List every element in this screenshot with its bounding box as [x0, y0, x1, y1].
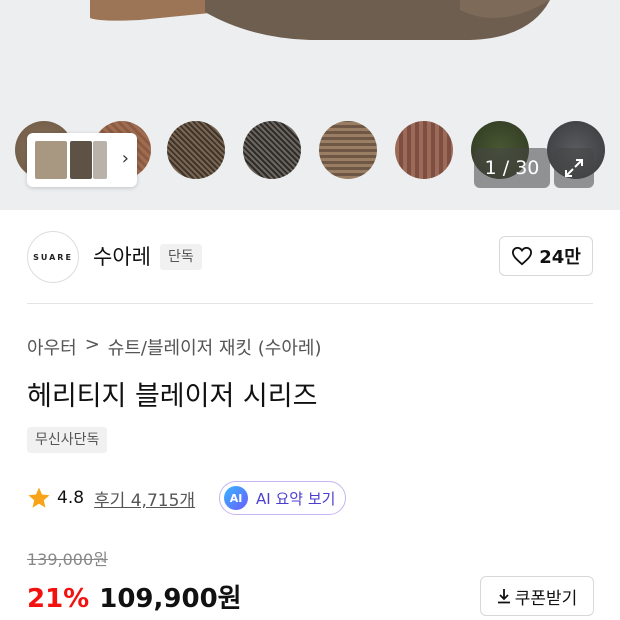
chevron-right-icon[interactable]: › [122, 148, 129, 169]
ai-summary-button[interactable]: AI AI 요약 보기 [219, 481, 347, 515]
product-image-gallery[interactable]: › 1 / 30 [0, 0, 620, 210]
breadcrumb-category[interactable]: 아우터 [27, 334, 77, 360]
original-price: 139,000원 [27, 550, 108, 569]
sale-price: 109,900원 [99, 584, 242, 614]
thumbnail-2[interactable] [70, 141, 92, 179]
brand-logo[interactable]: SUARE [27, 231, 79, 283]
coupon-button[interactable]: 쿠폰받기 [480, 576, 594, 616]
rating-value: 4.8 [57, 488, 85, 508]
expand-icon[interactable] [554, 148, 594, 188]
breadcrumb-subcategory[interactable]: 슈트/블레이저 재킷 (수아레) [108, 334, 322, 360]
image-counter: 1 / 30 [474, 148, 550, 188]
ai-icon: AI [224, 486, 248, 510]
exclusive-tag: 무신사단독 [27, 427, 108, 453]
rating-row: 4.8 후기 4,715개 [27, 483, 195, 513]
thumbnail-1[interactable] [35, 141, 67, 179]
discount-rate: 21% [27, 584, 90, 614]
reviews-link[interactable]: 후기 4,715개 [94, 486, 195, 511]
brand-exclusive-badge: 단독 [160, 244, 202, 270]
swatch-brown-plaid[interactable] [395, 121, 453, 179]
breadcrumb-separator: > [84, 334, 100, 355]
brand-logo-text: SUARE [33, 252, 73, 262]
like-button[interactable]: 24만 [499, 236, 593, 276]
coupon-label: 쿠폰받기 [514, 588, 578, 609]
breadcrumb: 아우터 > 슈트/블레이저 재킷 (수아레) [27, 334, 322, 360]
swatch-glen-check[interactable] [319, 121, 377, 179]
divider [27, 303, 593, 304]
price-row: 21% 109,900원 [27, 578, 242, 615]
heart-icon [512, 246, 533, 266]
swatch-houndstooth-black[interactable] [243, 121, 301, 179]
download-icon [497, 589, 510, 604]
ai-summary-label: AI 요약 보기 [256, 489, 336, 508]
thumbnail-popover[interactable]: › [27, 133, 137, 187]
product-title: 헤리티지 블레이저 시리즈 [27, 381, 318, 412]
star-icon [28, 487, 50, 508]
brand-name[interactable]: 수아레 [93, 241, 151, 271]
thumbnail-3[interactable] [93, 141, 107, 179]
jacket-hem-image [90, 0, 550, 40]
swatch-houndstooth-brown[interactable] [167, 121, 225, 179]
like-count: 24만 [539, 247, 581, 268]
